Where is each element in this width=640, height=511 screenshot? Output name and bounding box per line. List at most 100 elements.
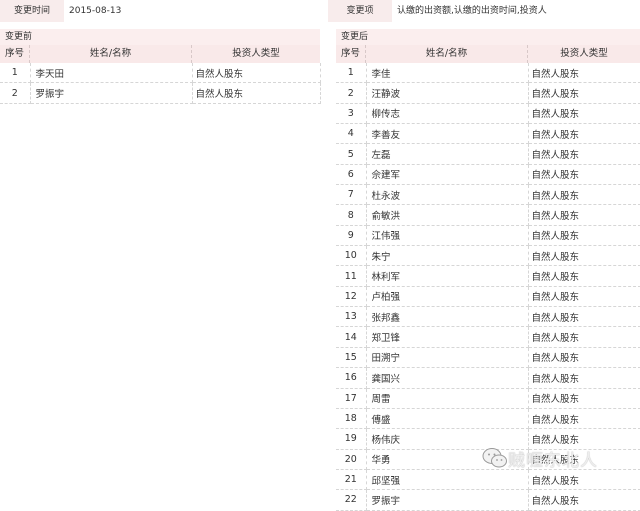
row-investor-type: 自然人股东: [528, 103, 640, 125]
row-name: 左磊: [366, 143, 529, 165]
row-investor-type: 自然人股东: [528, 469, 640, 491]
row-name: 江伟强: [366, 225, 529, 247]
row-investor-type: 自然人股东: [528, 286, 640, 308]
row-index: 12: [336, 286, 367, 308]
row-index: 1: [0, 63, 31, 84]
row-investor-type: 自然人股东: [528, 326, 640, 348]
row-name: 汪静波: [366, 82, 529, 104]
row-investor-type: 自然人股东: [528, 306, 640, 328]
after-table-row: 3 柳传志 自然人股东: [336, 103, 640, 125]
row-investor-type: 自然人股东: [192, 82, 321, 104]
row-investor-type: 自然人股东: [528, 265, 640, 287]
row-investor-type: 自然人股东: [528, 204, 640, 226]
row-index: 14: [336, 326, 367, 348]
row-investor-type: 自然人股东: [528, 143, 640, 165]
row-name: 佘建军: [366, 164, 529, 186]
row-name: 傅盛: [366, 408, 529, 430]
row-name: 张邦鑫: [366, 306, 529, 328]
row-investor-type: 自然人股东: [528, 347, 640, 369]
change-time-value: 2015-08-13: [69, 6, 122, 16]
watermark: 贼喱东北人: [482, 446, 598, 471]
after-table-row: 2 汪静波 自然人股东: [336, 82, 640, 104]
after-table-row: 17 周雷 自然人股东: [336, 388, 640, 409]
row-investor-type: 自然人股东: [528, 489, 640, 511]
after-table: 1 李佳 自然人股东 2 汪静波 自然人股东 3 柳传志 自然人股东 4 李善友 自然人股东 5 左磊 自然…: [336, 63, 640, 511]
before-table-row: 1 李天田 自然人股东: [0, 63, 321, 84]
row-name: 郑卫锋: [366, 326, 529, 348]
row-index: 13: [336, 306, 367, 328]
row-index: 17: [336, 388, 367, 409]
after-table-row: 16 龚国兴 自然人股东: [336, 367, 640, 389]
row-investor-type: 自然人股东: [528, 123, 640, 145]
row-index: 7: [336, 184, 367, 206]
row-index: 1: [336, 63, 367, 84]
row-index: 21: [336, 469, 367, 491]
row-name: 柳传志: [366, 103, 529, 125]
row-index: 16: [336, 367, 367, 389]
after-title: 变更后: [336, 29, 640, 45]
row-index: 2: [0, 82, 31, 104]
after-table-row: 14 郑卫锋 自然人股东: [336, 326, 640, 348]
row-index: 5: [336, 143, 367, 165]
after-table-row: 12 卢柏强 自然人股东: [336, 286, 640, 308]
after-table-row: 8 俞敏洪 自然人股东: [336, 204, 640, 226]
row-investor-type: 自然人股东: [528, 63, 640, 84]
after-table-row: 21 邱坚强 自然人股东: [336, 469, 640, 491]
watermark-text: 贼喱东北人: [508, 450, 598, 471]
row-index: 6: [336, 164, 367, 186]
after-col-index: 序号: [336, 45, 366, 63]
row-name: 田溯宁: [366, 347, 529, 369]
after-section: 变更后 序号 姓名/名称 投资人类型 1 李佳 自然人股东 2 汪静波 自然人股东 3 柳传志…: [336, 29, 640, 511]
before-col-index: 序号: [0, 45, 30, 63]
after-col-name: 姓名/名称: [366, 45, 528, 63]
row-name: 林利军: [366, 265, 529, 287]
row-index: 18: [336, 408, 367, 430]
row-index: 9: [336, 225, 367, 247]
row-investor-type: 自然人股东: [528, 408, 640, 430]
row-name: 李天田: [30, 63, 193, 84]
row-name: 卢柏强: [366, 286, 529, 308]
after-table-row: 11 林利军 自然人股东: [336, 265, 640, 287]
row-investor-type: 自然人股东: [528, 184, 640, 206]
row-index: 22: [336, 489, 367, 511]
row-index: 20: [336, 449, 367, 470]
after-table-row: 22 罗振宇 自然人股东: [336, 489, 640, 511]
row-index: 11: [336, 265, 367, 287]
row-index: 2: [336, 82, 367, 104]
row-name: 罗振宇: [366, 489, 529, 511]
change-item-label: 变更项: [328, 0, 392, 22]
row-investor-type: 自然人股东: [528, 367, 640, 389]
change-time-label: 变更时间: [0, 0, 64, 22]
after-table-row: 4 李善友 自然人股东: [336, 123, 640, 145]
row-investor-type: 自然人股东: [192, 63, 321, 84]
after-table-row: 7 杜永波 自然人股东: [336, 184, 640, 206]
row-investor-type: 自然人股东: [528, 164, 640, 186]
row-name: 罗振宇: [30, 82, 193, 104]
row-name: 李善友: [366, 123, 529, 145]
row-investor-type: 自然人股东: [528, 82, 640, 104]
before-col-type: 投资人类型: [232, 48, 280, 59]
after-header-row: 序号 姓名/名称 投资人类型: [336, 45, 640, 63]
after-table-row: 10 朱宁 自然人股东: [336, 245, 640, 267]
after-table-row: 13 张邦鑫 自然人股东: [336, 306, 640, 328]
before-header-row: 序号 姓名/名称 投资人类型: [0, 45, 320, 63]
row-name: 龚国兴: [366, 367, 529, 389]
row-name: 俞敏洪: [366, 204, 529, 226]
row-name: 周雷: [366, 388, 529, 409]
before-table: 1 李天田 自然人股东 2 罗振宇 自然人股东: [0, 63, 321, 104]
row-index: 19: [336, 428, 367, 450]
before-table-row: 2 罗振宇 自然人股东: [0, 82, 321, 104]
after-table-row: 5 左磊 自然人股东: [336, 143, 640, 165]
after-table-row: 9 江伟强 自然人股东: [336, 225, 640, 247]
row-index: 8: [336, 204, 367, 226]
row-name: 邱坚强: [366, 469, 529, 491]
after-table-row: 18 傅盛 自然人股东: [336, 408, 640, 430]
row-index: 3: [336, 103, 367, 125]
after-table-row: 6 佘建军 自然人股东: [336, 164, 640, 186]
row-name: 李佳: [366, 63, 529, 84]
before-col-name: 姓名/名称: [30, 45, 192, 63]
row-investor-type: 自然人股东: [528, 225, 640, 247]
after-table-row: 15 田溯宁 自然人股东: [336, 347, 640, 369]
row-name: 杜永波: [366, 184, 529, 206]
before-section: 变更前 序号 姓名/名称 投资人类型 1 李天田 自然人股东 2 罗振宇 自然人股东: [0, 29, 321, 109]
